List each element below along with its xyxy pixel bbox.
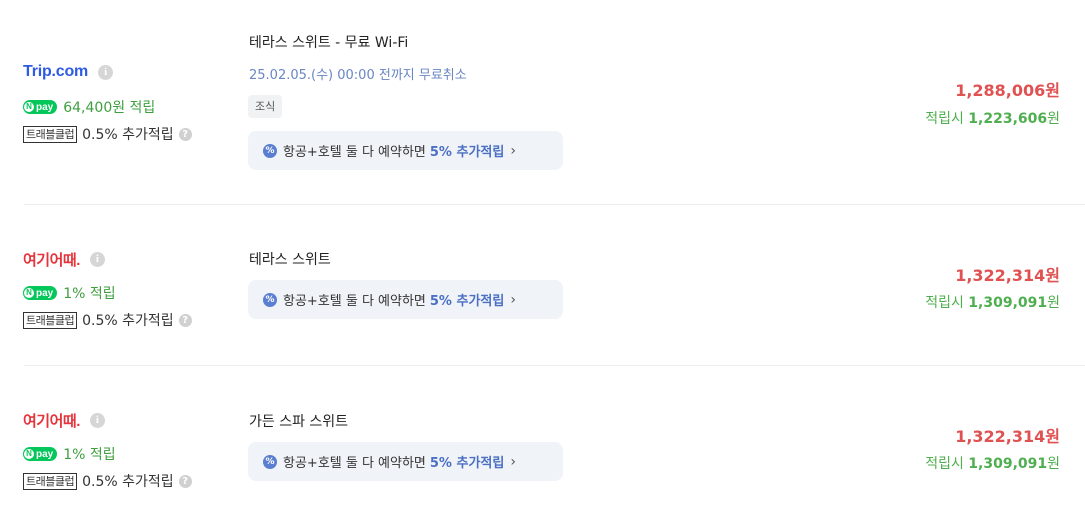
earn-suffix: 원 <box>1047 295 1060 311</box>
npay-n-icon: N <box>24 449 34 459</box>
price[interactable]: 1,288,006원 <box>955 77 1060 101</box>
offer-row[interactable]: 여기어때. i Npay 1% 적립 트래블클럽 0.5% 추가적립 ? 가든 … <box>0 366 1085 518</box>
percent-badge-icon: % <box>263 292 277 307</box>
npay-badge: Npay <box>23 447 58 461</box>
offer-row[interactable]: Trip.com i Npay 64,400원 적립 트래블클럽 0.5% 추가… <box>0 0 1085 205</box>
travel-club: 트래블클럽 0.5% 추가적립 ? <box>23 310 192 330</box>
earn-price: 1,309,091 <box>968 456 1048 472</box>
room-name[interactable]: 테라스 스위트 - 무료 Wi-Fi <box>249 32 408 52</box>
chevron-right-icon: › <box>510 142 516 159</box>
free-cancel-text: 25.02.05.(수) 00:00 전까지 무료취소 <box>249 68 467 83</box>
info-icon[interactable]: i <box>98 64 114 80</box>
travel-club-text: 0.5% 추가적립 <box>82 127 174 143</box>
percent-badge-icon: % <box>263 454 277 469</box>
provider-logo-line: 여기어때. i <box>23 249 105 270</box>
room-name[interactable]: 가든 스파 스위트 <box>249 411 348 431</box>
npay-n-icon: N <box>24 288 34 298</box>
travel-club-badge: 트래블클럽 <box>23 125 78 143</box>
offer-row[interactable]: 여기어때. i Npay 1% 적립 트래블클럽 0.5% 추가적립 ? 테라스… <box>0 205 1085 365</box>
promo-banner[interactable]: % 항공+호텔 둘 다 예약하면 5% 추가적립 › <box>248 280 563 319</box>
npay-earn: Npay 1% 적립 <box>23 444 116 464</box>
provider-logo-line: Trip.com i <box>23 63 114 81</box>
promo-banner[interactable]: % 항공+호텔 둘 다 예약하면 5% 추가적립 › <box>248 442 563 481</box>
travel-club-text: 0.5% 추가적립 <box>82 474 174 490</box>
promo-text: 항공+호텔 둘 다 예약하면 <box>283 294 426 309</box>
provider-logo-yeogi: 여기어때. <box>23 252 80 269</box>
earn-prefix: 적립시 <box>925 111 964 127</box>
npay-n-icon: N <box>24 102 34 112</box>
earn-prefix: 적립시 <box>925 456 964 472</box>
npay-earn-text: 1% 적립 <box>63 447 116 463</box>
info-icon[interactable]: i <box>89 252 105 267</box>
earn-price-line: 적립시 1,309,091원 <box>925 292 1060 312</box>
promo-highlight: 5% 추가적립 <box>429 294 505 309</box>
npay-badge: Npay <box>23 286 58 300</box>
npay-earn: Npay 1% 적립 <box>23 283 116 303</box>
travel-club-text: 0.5% 추가적립 <box>82 313 174 329</box>
travel-club: 트래블클럽 0.5% 추가적립 ? <box>23 471 192 491</box>
npay-badge: Npay <box>23 100 58 114</box>
promo-text: 항공+호텔 둘 다 예약하면 <box>283 145 426 160</box>
question-icon[interactable]: ? <box>178 313 192 327</box>
earn-prefix: 적립시 <box>925 295 964 311</box>
provider-logo-line: 여기어때. i <box>23 410 105 431</box>
info-icon[interactable]: i <box>89 413 105 428</box>
question-icon[interactable]: ? <box>178 474 192 488</box>
price[interactable]: 1,322,314원 <box>955 423 1060 447</box>
npay-earn-text: 1% 적립 <box>63 286 116 302</box>
room-name[interactable]: 테라스 스위트 <box>249 249 331 269</box>
travel-club-badge: 트래블클럽 <box>23 311 78 329</box>
promo-banner[interactable]: % 항공+호텔 둘 다 예약하면 5% 추가적립 › <box>248 131 563 170</box>
earn-suffix: 원 <box>1047 456 1060 472</box>
chevron-right-icon: › <box>510 453 516 470</box>
percent-badge-icon: % <box>263 143 277 158</box>
provider-logo-tripcom: Trip.com <box>23 63 89 80</box>
meal-tag: 조식 <box>248 95 283 118</box>
chevron-right-icon: › <box>510 291 516 308</box>
promo-highlight: 5% 추가적립 <box>429 145 505 160</box>
provider-logo-yeogi: 여기어때. <box>23 413 80 430</box>
travel-club: 트래블클럽 0.5% 추가적립 ? <box>23 124 192 144</box>
promo-text: 항공+호텔 둘 다 예약하면 <box>283 456 426 471</box>
earn-price: 1,223,606 <box>968 111 1048 127</box>
promo-highlight: 5% 추가적립 <box>429 456 505 471</box>
price[interactable]: 1,322,314원 <box>955 262 1060 286</box>
npay-earn-text: 64,400원 적립 <box>63 100 156 116</box>
earn-suffix: 원 <box>1047 111 1060 127</box>
question-icon[interactable]: ? <box>178 127 192 141</box>
travel-club-badge: 트래블클럽 <box>23 472 78 490</box>
npay-earn: Npay 64,400원 적립 <box>23 97 155 117</box>
earn-price: 1,309,091 <box>968 295 1048 311</box>
earn-price-line: 적립시 1,223,606원 <box>925 108 1060 128</box>
earn-price-line: 적립시 1,309,091원 <box>925 453 1060 473</box>
